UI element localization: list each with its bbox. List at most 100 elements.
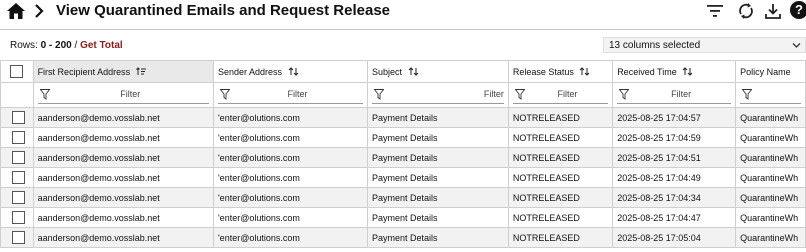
columns-selected-label: 13 columns selected	[609, 40, 701, 51]
cell-subject: Payment Details	[366, 147, 509, 168]
cell-received-time: 2025-08-25 17:04:34	[612, 187, 737, 208]
cell-release-status: NOTRELEASED	[507, 187, 614, 208]
download-icon[interactable]	[764, 2, 782, 20]
cell-policy-name: QuarantineWh	[735, 147, 806, 168]
filter-placeholder: Filter	[287, 88, 308, 99]
row-checkbox[interactable]	[12, 111, 26, 124]
filter-funnel-icon	[742, 88, 753, 100]
select-all-checkbox[interactable]	[10, 65, 24, 78]
table-row[interactable]: aanderson@demo.vosslab.net 'enter@olutio…	[0, 227, 806, 248]
column-label: Received Time	[617, 66, 677, 77]
cell-release-status: NOTRELEASED	[507, 227, 614, 248]
cell-received-time: 2025-08-25 17:04:49	[612, 167, 737, 188]
page-title: View Quarantined Emails and Request Rele…	[56, 2, 391, 19]
cell-first-recipient: aanderson@demo.vosslab.net	[32, 207, 214, 228]
filter-input-subject[interactable]: Filter	[371, 87, 504, 104]
get-total-link[interactable]: Get Total	[80, 40, 123, 51]
filter-funnel-icon	[619, 88, 630, 100]
sort-icon[interactable]	[579, 66, 590, 76]
filter-input-policy-name[interactable]	[740, 87, 801, 104]
row-checkbox[interactable]	[12, 231, 26, 244]
cell-release-status: NOTRELEASED	[507, 147, 614, 168]
column-header-sender[interactable]: Sender Address	[212, 60, 368, 83]
cell-sender: 'enter@olutions.com	[212, 167, 368, 188]
filter-funnel-icon	[514, 88, 525, 100]
email-grid: First Recipient Address Sender Address S…	[0, 60, 806, 252]
help-icon[interactable]: ?	[790, 1, 806, 19]
cell-first-recipient: aanderson@demo.vosslab.net	[32, 167, 214, 188]
row-select-cell	[0, 187, 34, 208]
grid-panel: Rows: 0 - 200 / Get Total 13 columns sel…	[0, 29, 806, 252]
filter-lines-icon[interactable]	[706, 2, 724, 20]
rows-range: 0 - 200	[40, 40, 72, 51]
filter-cell: Filter	[366, 82, 509, 108]
row-select-cell	[0, 127, 34, 148]
filter-placeholder: Filter	[483, 88, 504, 99]
cell-subject: Payment Details	[366, 167, 509, 188]
cell-subject: Payment Details	[366, 127, 509, 148]
cell-policy-name: QuarantineWh	[735, 167, 806, 188]
filter-cell: Filter	[507, 82, 614, 108]
filter-input-received-time[interactable]: Filter	[617, 87, 732, 104]
column-header-received-time[interactable]: Received Time	[612, 60, 737, 83]
sort-icon[interactable]	[408, 66, 419, 76]
cell-first-recipient: aanderson@demo.vosslab.net	[32, 227, 214, 248]
sorted-asc-icon[interactable]	[135, 66, 147, 76]
row-checkbox[interactable]	[12, 131, 26, 144]
table-row[interactable]: aanderson@demo.vosslab.net 'enter@olutio…	[0, 127, 806, 148]
cell-policy-name: QuarantineWh	[735, 227, 806, 248]
cell-policy-name: QuarantineWh	[735, 127, 806, 148]
row-checkbox[interactable]	[12, 211, 26, 224]
cell-subject: Payment Details	[366, 187, 509, 208]
columns-select[interactable]: 13 columns selected	[603, 37, 806, 53]
row-checkbox[interactable]	[12, 191, 26, 204]
filter-placeholder: Filter	[671, 88, 692, 99]
cell-first-recipient: aanderson@demo.vosslab.net	[32, 147, 214, 168]
row-select-cell	[0, 107, 34, 128]
filter-cell: Filter	[32, 82, 214, 108]
cell-sender: 'enter@olutions.com	[212, 147, 368, 168]
cell-received-time: 2025-08-25 17:04:59	[612, 127, 737, 148]
cell-received-time: 2025-08-25 17:04:51	[612, 147, 737, 168]
sort-icon[interactable]	[288, 66, 299, 76]
filter-placeholder: Filter	[557, 88, 578, 99]
cell-release-status: NOTRELEASED	[507, 207, 614, 228]
row-checkbox[interactable]	[12, 151, 26, 164]
table-row[interactable]: aanderson@demo.vosslab.net 'enter@olutio…	[0, 147, 806, 168]
filter-cell: Filter	[212, 82, 368, 108]
column-header-first-recipient[interactable]: First Recipient Address	[32, 60, 214, 83]
title-bar: View Quarantined Emails and Request Rele…	[0, 0, 806, 24]
sort-icon[interactable]	[682, 66, 693, 76]
refresh-icon[interactable]	[737, 2, 755, 20]
filter-cell: Filter	[612, 82, 737, 108]
filter-input-release-status[interactable]: Filter	[512, 87, 609, 104]
column-label: First Recipient Address	[37, 66, 131, 77]
cell-first-recipient: aanderson@demo.vosslab.net	[32, 107, 214, 128]
table-row[interactable]: aanderson@demo.vosslab.net 'enter@olutio…	[0, 167, 806, 188]
table-row[interactable]: aanderson@demo.vosslab.net 'enter@olutio…	[0, 107, 806, 128]
filter-cell	[735, 82, 806, 108]
grid-body: aanderson@demo.vosslab.net 'enter@olutio…	[0, 107, 806, 248]
column-header-subject[interactable]: Subject	[366, 60, 509, 83]
cell-subject: Payment Details	[366, 227, 509, 248]
cell-received-time: 2025-08-25 17:04:57	[612, 107, 737, 128]
home-icon[interactable]	[6, 1, 26, 21]
select-all-cell	[0, 60, 34, 83]
column-label: Sender Address	[217, 66, 283, 77]
cell-release-status: NOTRELEASED	[507, 167, 614, 188]
column-header-release-status[interactable]: Release Status	[507, 60, 614, 83]
column-label: Subject	[371, 66, 402, 77]
table-row[interactable]: aanderson@demo.vosslab.net 'enter@olutio…	[0, 207, 806, 228]
cell-sender: 'enter@olutions.com	[212, 207, 368, 228]
table-row[interactable]: aanderson@demo.vosslab.net 'enter@olutio…	[0, 187, 806, 208]
cell-received-time: 2025-08-25 17:05:04	[612, 227, 737, 248]
cell-first-recipient: aanderson@demo.vosslab.net	[32, 187, 214, 208]
chevron-down-icon	[792, 43, 801, 48]
filter-input-first-recipient[interactable]: Filter	[37, 87, 209, 104]
column-header-policy-name[interactable]: Policy Name	[735, 60, 806, 83]
filter-cell-empty	[0, 82, 34, 108]
filter-row: Filter Filter Filter Filter Filter	[0, 82, 806, 108]
row-checkbox[interactable]	[12, 171, 26, 184]
header-row: First Recipient Address Sender Address S…	[0, 60, 806, 83]
filter-input-sender[interactable]: Filter	[217, 87, 363, 104]
